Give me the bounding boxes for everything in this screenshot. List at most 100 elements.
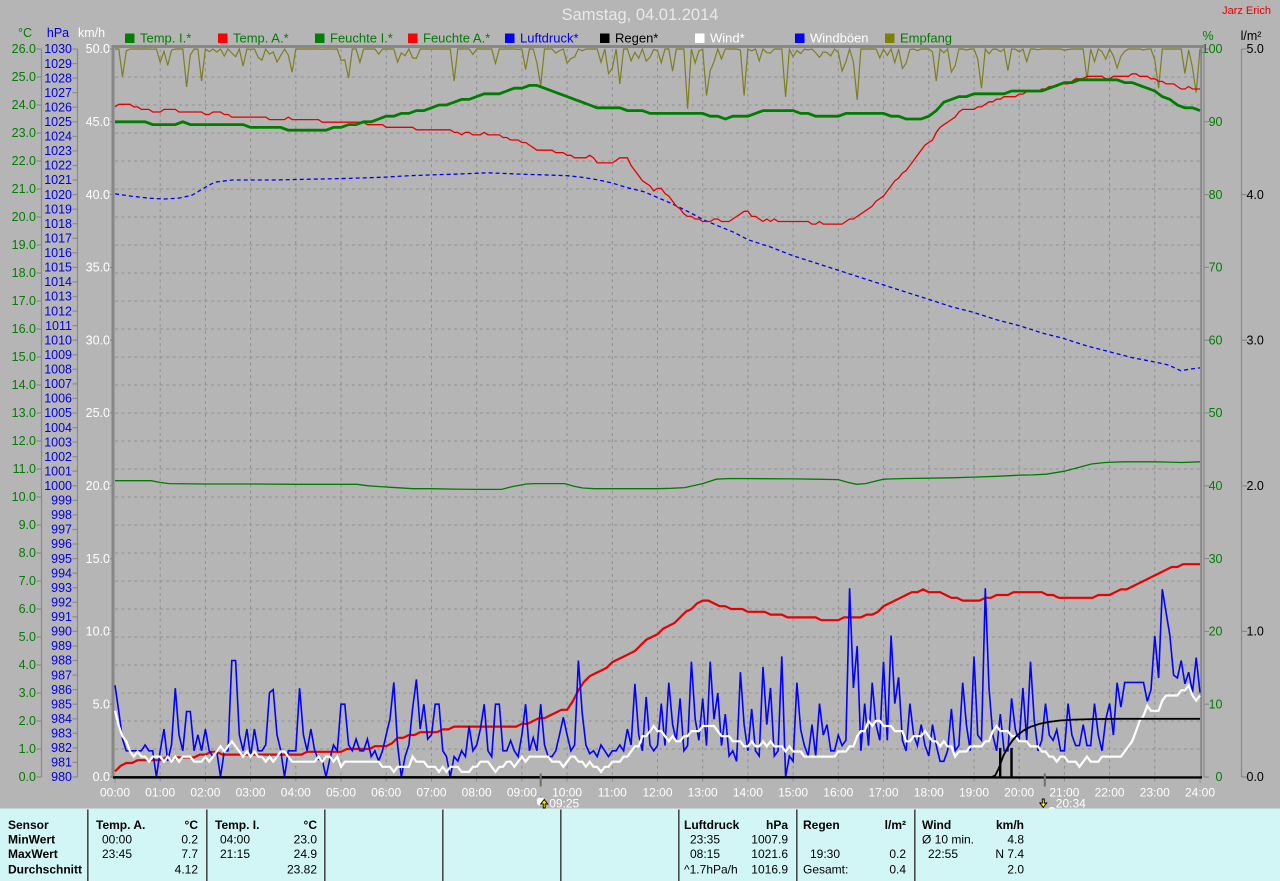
svg-text:19:00: 19:00: [959, 786, 989, 800]
svg-text:7.7: 7.7: [181, 847, 198, 861]
svg-text:50.0: 50.0: [86, 42, 110, 56]
svg-text:24.0: 24.0: [12, 98, 36, 112]
svg-text:Temp. A.*: Temp. A.*: [233, 31, 289, 46]
svg-text:25.0: 25.0: [86, 406, 110, 420]
svg-text:2.0: 2.0: [1007, 863, 1024, 877]
svg-text:1004: 1004: [44, 421, 72, 435]
svg-text:°C: °C: [18, 26, 32, 40]
svg-text:18:00: 18:00: [914, 786, 944, 800]
svg-text:1027: 1027: [44, 86, 72, 100]
svg-text:5.0: 5.0: [1247, 42, 1264, 56]
svg-text:1018: 1018: [44, 217, 72, 231]
svg-text:1022: 1022: [44, 159, 72, 173]
svg-text:70: 70: [1209, 261, 1223, 275]
svg-text:1005: 1005: [44, 406, 72, 420]
svg-text:80: 80: [1209, 188, 1223, 202]
svg-text:0.4: 0.4: [889, 863, 906, 877]
svg-text:%: %: [1202, 29, 1213, 43]
svg-text:21:15: 21:15: [220, 847, 250, 861]
svg-text:08:15: 08:15: [690, 847, 720, 861]
svg-text:Durchschnitt: Durchschnitt: [8, 863, 82, 877]
svg-text:1012: 1012: [44, 304, 72, 318]
svg-text:Feuchte I.*: Feuchte I.*: [330, 31, 393, 46]
svg-text:983: 983: [51, 727, 72, 741]
svg-text:04:00: 04:00: [220, 833, 250, 847]
svg-text:14.0: 14.0: [12, 378, 36, 392]
svg-text:990: 990: [51, 625, 72, 639]
svg-text:13.0: 13.0: [12, 406, 36, 420]
svg-text:15.0: 15.0: [12, 350, 36, 364]
svg-text:4.12: 4.12: [175, 863, 199, 877]
svg-text:22:55: 22:55: [928, 847, 958, 861]
svg-text:1019: 1019: [44, 202, 72, 216]
svg-text:4.0: 4.0: [19, 658, 36, 672]
svg-text:23:00: 23:00: [1140, 786, 1170, 800]
svg-text:Ø 10 min.: Ø 10 min.: [922, 833, 974, 847]
svg-text:09:00: 09:00: [507, 786, 537, 800]
svg-text:30: 30: [1209, 552, 1223, 566]
svg-text:17.0: 17.0: [12, 294, 36, 308]
svg-text:26.0: 26.0: [12, 42, 36, 56]
svg-text:l/m²: l/m²: [1241, 29, 1262, 43]
svg-text:^1.7hPa/h: ^1.7hPa/h: [684, 863, 738, 877]
svg-text:100: 100: [1202, 42, 1223, 56]
svg-text:Regen*: Regen*: [615, 31, 658, 46]
svg-text:7.0: 7.0: [19, 574, 36, 588]
svg-text:0: 0: [1216, 770, 1223, 784]
svg-text:22.0: 22.0: [12, 154, 36, 168]
svg-text:35.0: 35.0: [86, 261, 110, 275]
svg-text:9.0: 9.0: [19, 518, 36, 532]
svg-text:Luftdruck: Luftdruck: [684, 818, 740, 832]
svg-text:995: 995: [51, 552, 72, 566]
svg-text:18.0: 18.0: [12, 266, 36, 280]
svg-text:07:00: 07:00: [416, 786, 446, 800]
svg-text:05:00: 05:00: [326, 786, 356, 800]
svg-text:981: 981: [51, 756, 72, 770]
svg-text:21.0: 21.0: [12, 182, 36, 196]
svg-text:1.0: 1.0: [1247, 625, 1264, 639]
svg-text:989: 989: [51, 639, 72, 653]
svg-text:0.0: 0.0: [19, 770, 36, 784]
svg-text:24:00: 24:00: [1185, 786, 1215, 800]
svg-text:4.0: 4.0: [1247, 188, 1264, 202]
svg-text:1021: 1021: [44, 173, 72, 187]
svg-text:20.0: 20.0: [86, 479, 110, 493]
svg-text:0.2: 0.2: [181, 833, 198, 847]
svg-text:23:45: 23:45: [102, 847, 132, 861]
svg-text:1007: 1007: [44, 377, 72, 391]
svg-text:20:34: 20:34: [1056, 797, 1086, 811]
svg-text:996: 996: [51, 537, 72, 551]
svg-text:Feuchte A.*: Feuchte A.*: [423, 31, 490, 46]
svg-text:Empfang: Empfang: [900, 31, 952, 46]
svg-text:3.0: 3.0: [1247, 333, 1264, 347]
svg-text:1016.9: 1016.9: [751, 863, 788, 877]
svg-text:23.82: 23.82: [287, 863, 317, 877]
svg-text:2.0: 2.0: [1247, 479, 1264, 493]
svg-text:06:00: 06:00: [371, 786, 401, 800]
svg-text:5.0: 5.0: [19, 630, 36, 644]
svg-text:20:00: 20:00: [1004, 786, 1034, 800]
svg-text:°C: °C: [304, 818, 318, 832]
svg-text:16.0: 16.0: [12, 322, 36, 336]
svg-text:N 7.4: N 7.4: [995, 847, 1024, 861]
svg-text:1021.6: 1021.6: [751, 847, 788, 861]
svg-text:1020: 1020: [44, 188, 72, 202]
svg-text:994: 994: [51, 566, 72, 580]
svg-text:40.0: 40.0: [86, 188, 110, 202]
svg-text:30.0: 30.0: [86, 333, 110, 347]
svg-text:Sensor: Sensor: [8, 818, 49, 832]
svg-text:25.0: 25.0: [12, 70, 36, 84]
svg-text:13:00: 13:00: [688, 786, 718, 800]
svg-text:997: 997: [51, 523, 72, 537]
svg-text:40: 40: [1209, 479, 1223, 493]
svg-text:24.9: 24.9: [294, 847, 318, 861]
svg-text:km/h: km/h: [996, 818, 1024, 832]
svg-text:15:00: 15:00: [778, 786, 808, 800]
svg-text:1029: 1029: [44, 57, 72, 71]
svg-text:Temp. A.: Temp. A.: [96, 818, 145, 832]
svg-text:km/h: km/h: [78, 26, 105, 40]
svg-text:987: 987: [51, 668, 72, 682]
svg-text:1017: 1017: [44, 232, 72, 246]
svg-text:l/m²: l/m²: [885, 818, 906, 832]
svg-text:16:00: 16:00: [823, 786, 853, 800]
